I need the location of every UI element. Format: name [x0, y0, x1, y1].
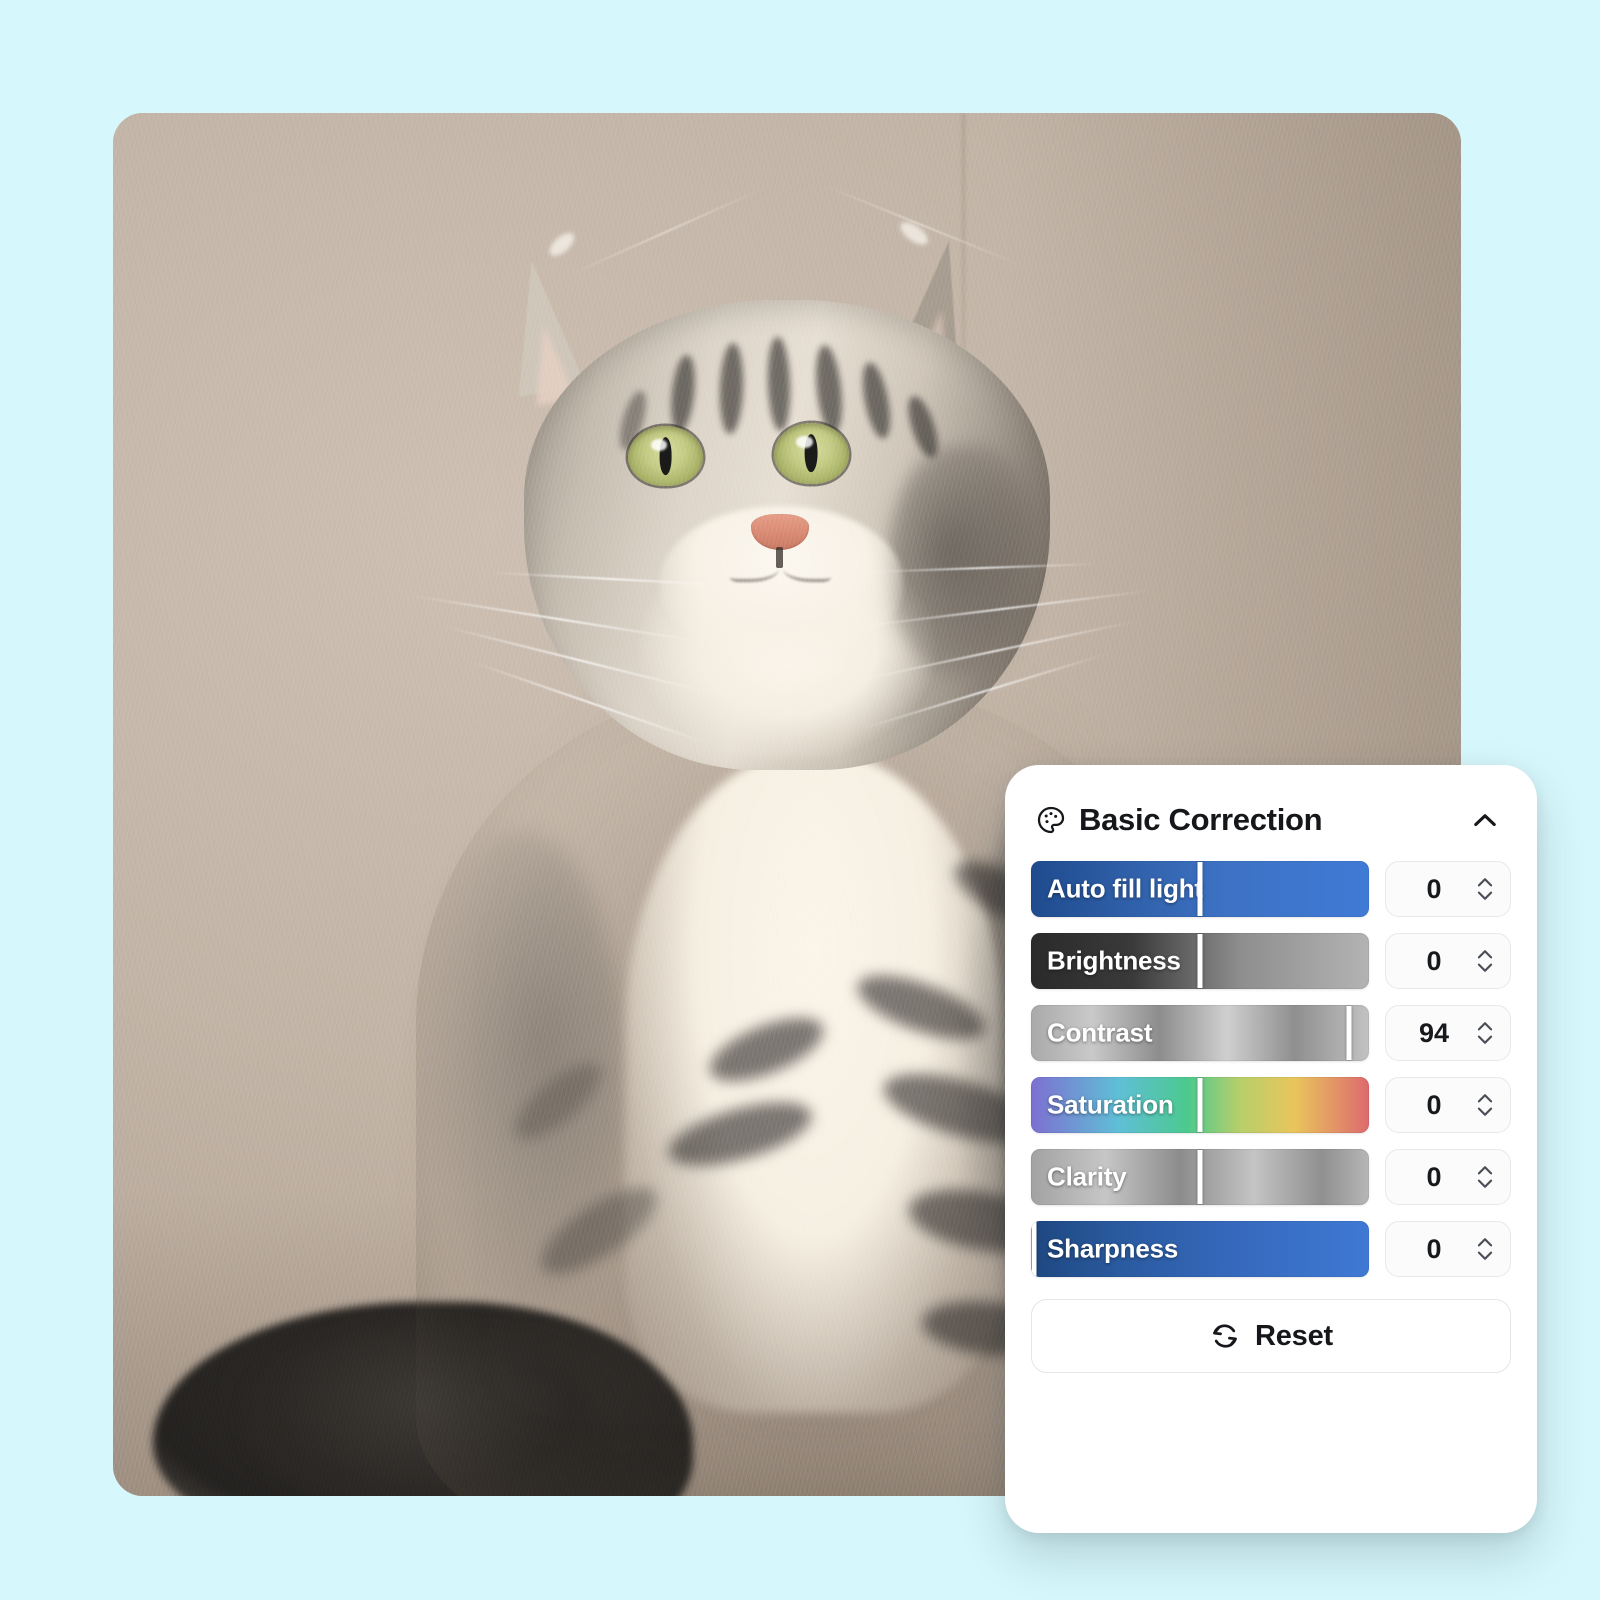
slider-thumb[interactable] — [1031, 1222, 1037, 1276]
slider-clarity[interactable]: Clarity — [1031, 1149, 1369, 1205]
value-number: 0 — [1426, 1233, 1442, 1264]
slider-saturation[interactable]: Saturation — [1031, 1077, 1369, 1133]
value-input-auto-fill-light[interactable]: 0 — [1385, 861, 1511, 917]
value-input-brightness[interactable]: 0 — [1385, 933, 1511, 989]
slider-row-brightness: Brightness 0 — [1031, 931, 1511, 991]
cat-eye-glint — [796, 436, 813, 449]
value-input-sharpness[interactable]: 0 — [1385, 1221, 1511, 1277]
cat-cheek-shading — [888, 444, 1037, 681]
slider-label: Brightness — [1047, 945, 1181, 976]
slider-row-saturation: Saturation 0 — [1031, 1075, 1511, 1135]
slider-label: Saturation — [1047, 1089, 1174, 1120]
slider-sharpness[interactable]: Sharpness — [1031, 1221, 1369, 1277]
reset-label: Reset — [1255, 1319, 1333, 1352]
stepper-contrast[interactable] — [1474, 1016, 1496, 1050]
stepper-sharpness[interactable] — [1474, 1232, 1496, 1266]
slider-label: Sharpness — [1047, 1233, 1179, 1264]
value-number: 0 — [1426, 1089, 1442, 1120]
palette-icon — [1035, 804, 1067, 836]
stepper-saturation[interactable] — [1474, 1088, 1496, 1122]
value-input-contrast[interactable]: 94 — [1385, 1005, 1511, 1061]
panel-header: Basic Correction — [1031, 793, 1511, 847]
chevron-up-icon[interactable] — [1465, 800, 1505, 840]
stepper-brightness[interactable] — [1474, 944, 1496, 978]
reset-button[interactable]: Reset — [1031, 1299, 1511, 1373]
slider-row-auto-fill-light: Auto fill light 0 — [1031, 859, 1511, 919]
slider-label: Auto fill light — [1047, 873, 1203, 904]
slider-contrast[interactable]: Contrast — [1031, 1005, 1369, 1061]
cat-eye-right — [773, 422, 849, 484]
slider-thumb[interactable] — [1197, 1150, 1203, 1204]
cat-whisker — [566, 186, 765, 277]
stepper-clarity[interactable] — [1474, 1160, 1496, 1194]
page-title: Basic Correction — [1079, 802, 1323, 837]
value-number: 0 — [1426, 945, 1442, 976]
slider-label: Contrast — [1047, 1017, 1153, 1048]
slider-brightness[interactable]: Brightness — [1031, 933, 1369, 989]
slider-row-contrast: Contrast 94 — [1031, 1003, 1511, 1063]
stepper-auto-fill-light[interactable] — [1474, 872, 1496, 906]
slider-thumb[interactable] — [1197, 862, 1203, 916]
slider-row-clarity: Clarity 0 — [1031, 1147, 1511, 1207]
value-number: 0 — [1426, 1161, 1442, 1192]
value-input-saturation[interactable]: 0 — [1385, 1077, 1511, 1133]
refresh-icon — [1209, 1320, 1241, 1352]
cat-eye-left — [627, 425, 704, 487]
slider-thumb[interactable] — [1346, 1006, 1352, 1060]
slider-auto-fill-light[interactable]: Auto fill light — [1031, 861, 1369, 917]
value-number: 0 — [1426, 873, 1442, 904]
slider-row-sharpness: Sharpness 0 — [1031, 1219, 1511, 1279]
cat-eye-glint — [650, 438, 668, 452]
slider-list: Auto fill light 0 Brightness 0 Contrast … — [1031, 859, 1511, 1279]
value-number: 94 — [1418, 1017, 1450, 1048]
slider-label: Clarity — [1047, 1161, 1127, 1192]
value-input-clarity[interactable]: 0 — [1385, 1149, 1511, 1205]
slider-thumb[interactable] — [1197, 934, 1203, 988]
basic-correction-panel: Basic Correction Auto fill light 0 Brigh… — [1005, 765, 1537, 1533]
slider-thumb[interactable] — [1197, 1078, 1203, 1132]
